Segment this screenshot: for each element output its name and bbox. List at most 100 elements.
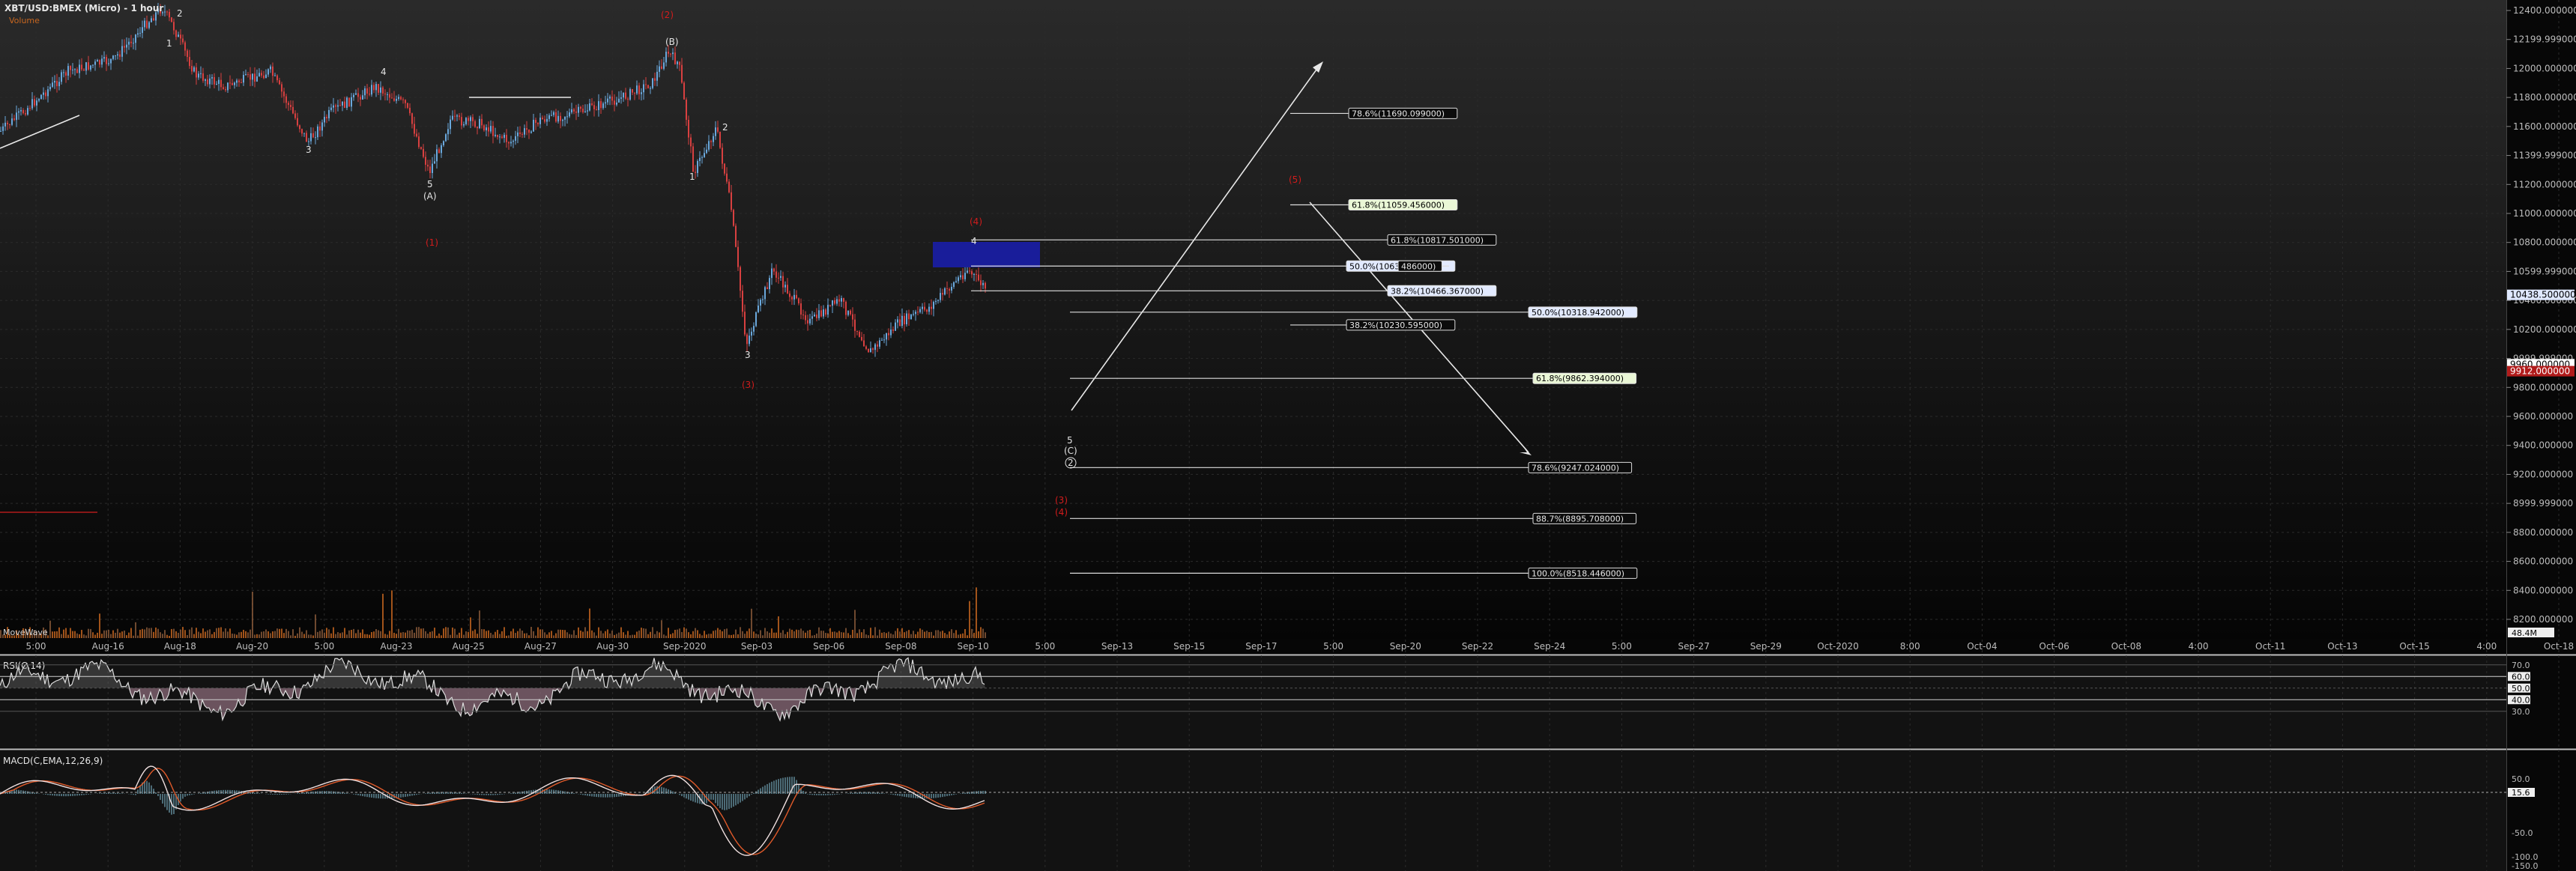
svg-text:486000): 486000)	[1401, 261, 1436, 271]
time-tick-label: Aug-16	[92, 641, 124, 652]
price-tick-label: 12400.000000	[2513, 5, 2576, 16]
time-tick-label: Oct-04	[1967, 641, 1997, 652]
wave-label: (A)	[423, 191, 437, 201]
wave-label: 3	[306, 145, 312, 155]
svg-text:78.6%(9247.024000): 78.6%(9247.024000)	[1532, 463, 1619, 473]
svg-text:9912.000000: 9912.000000	[2510, 366, 2570, 377]
rsi-tick-label: 70.0	[2512, 661, 2530, 670]
wave-label: (4)	[1055, 507, 1068, 518]
price-tick-label: 10200.000000	[2513, 324, 2576, 335]
time-tick-label: Sep-08	[885, 641, 916, 652]
price-tick-label: 8400.000000	[2513, 585, 2573, 595]
price-tick-label: 9800.000000	[2513, 382, 2573, 392]
time-tick-label: Sep-29	[1750, 641, 1782, 652]
wave-label: 4	[381, 67, 387, 77]
time-tick-label: Oct-08	[2111, 641, 2141, 652]
time-tick-label: Aug-23	[380, 641, 412, 652]
time-tick-label: 4:00	[2476, 641, 2497, 652]
fib-level[interactable]: 486000)	[1397, 260, 1449, 272]
rsi-tick-label: 30.0	[2512, 707, 2530, 717]
macd-tick-label: 15.6	[2512, 788, 2530, 798]
time-tick-label: Aug-20	[236, 641, 268, 652]
price-marker: 10438.500000	[2507, 289, 2576, 300]
wave-label: 3	[745, 350, 751, 360]
time-tick-label: Oct-11	[2255, 641, 2285, 652]
time-tick-label: 5:00	[26, 641, 46, 652]
wave-label: 5	[427, 179, 433, 189]
time-tick-label: Sep-10	[957, 641, 988, 652]
wave-label: 2	[1068, 458, 1074, 468]
svg-text:100.0%(8518.446000): 100.0%(8518.446000)	[1532, 568, 1624, 578]
macd-tick-label: -150.0	[2512, 861, 2538, 871]
target-zone-box[interactable]	[933, 242, 1040, 267]
time-tick-label: Sep-06	[813, 641, 844, 652]
wave-label: (1)	[426, 237, 438, 248]
time-tick-label: 5:00	[314, 641, 334, 652]
time-tick-label: Sep-24	[1534, 641, 1565, 652]
price-marker: 9912.000000	[2507, 365, 2575, 377]
price-tick-label: 8800.000000	[2513, 527, 2573, 538]
rsi-tick-label: 50.0	[2512, 684, 2530, 694]
price-tick-label: 8600.000000	[2513, 556, 2573, 567]
time-tick-label: Oct-13	[2327, 641, 2357, 652]
time-tick-label: Oct-15	[2399, 641, 2429, 652]
svg-text:61.8%(11059.456000): 61.8%(11059.456000)	[1352, 200, 1445, 210]
macd-tick-label: -50.0	[2512, 828, 2533, 838]
svg-text:10438.500000: 10438.500000	[2510, 290, 2576, 300]
rsi-tick-label: 60.0	[2512, 672, 2530, 682]
wave-label: 1	[689, 172, 695, 182]
time-tick-label: Sep-20	[1390, 641, 1421, 652]
price-tick-label: 11399.999000	[2513, 151, 2576, 161]
time-tick-label: Sep-13	[1101, 641, 1133, 652]
time-tick-label: Aug-25	[453, 641, 485, 652]
time-tick-label: 5:00	[1323, 641, 1343, 652]
rsi-tick-label: 40.0	[2512, 695, 2530, 705]
wave-label: (4)	[970, 216, 982, 227]
price-tick-label: 11600.000000	[2513, 121, 2576, 132]
svg-text:61.8%(10817.501000): 61.8%(10817.501000)	[1391, 235, 1484, 245]
time-tick-label: Aug-27	[524, 641, 557, 652]
price-tick-label: 11200.000000	[2513, 179, 2576, 189]
wave-label: (5)	[1289, 174, 1301, 185]
svg-text:38.2%(10230.595000): 38.2%(10230.595000)	[1349, 321, 1442, 330]
movewave-legend: MoveWave	[3, 628, 48, 637]
time-tick-label: 8:00	[1900, 641, 1920, 652]
time-tick-label: Sep-17	[1245, 641, 1277, 652]
svg-text:78.6%(11690.099000): 78.6%(11690.099000)	[1352, 109, 1445, 118]
time-tick-label: 5:00	[1612, 641, 1632, 652]
price-tick-label: 12000.000000	[2513, 63, 2576, 73]
time-tick-label: Sep-03	[741, 641, 773, 652]
chart-title: XBT/USD:BMEX (Micro) - 1 hour	[4, 3, 163, 13]
time-tick-label: Sep-15	[1173, 641, 1205, 652]
price-tick-label: 10599.999000	[2513, 266, 2576, 276]
svg-text:50.0%(10318.942000): 50.0%(10318.942000)	[1532, 308, 1624, 318]
price-tick-label: 9400.000000	[2513, 440, 2573, 451]
time-tick-label: Sep-27	[1678, 641, 1709, 652]
time-tick-label: Sep-22	[1462, 641, 1493, 652]
wave-label: (C)	[1064, 446, 1077, 456]
price-tick-label: 11000.000000	[2513, 208, 2576, 219]
time-tick-label: Aug-18	[164, 641, 196, 652]
wave-label: 4	[971, 236, 977, 246]
price-tick-label: 9600.000000	[2513, 411, 2573, 422]
svg-text:61.8%(9862.394000): 61.8%(9862.394000)	[1536, 374, 1624, 383]
price-tick-label: 11800.000000	[2513, 92, 2576, 103]
macd-panel[interactable]	[0, 750, 2506, 871]
time-tick-label: Oct-2020	[1817, 641, 1859, 652]
wave-label: 1	[166, 38, 172, 49]
price-tick-label: 8200.000000	[2513, 614, 2573, 625]
time-tick-label: 4:00	[2189, 641, 2209, 652]
macd-label: MACD(C,EMA,12,26,9)	[3, 756, 103, 766]
volume-marker: 48.4M	[2508, 628, 2554, 638]
wave-label: 2	[722, 122, 728, 133]
macd-tick-label: 50.0	[2512, 774, 2530, 784]
trading-chart[interactable]: 78.6%(11690.099000) 61.8%(11059.456000) 61…	[0, 0, 2576, 871]
time-tick-label: Oct-18	[2544, 641, 2574, 652]
wave-label: 2	[177, 8, 183, 19]
svg-text:48.4M: 48.4M	[2512, 628, 2537, 638]
wave-label: 5	[1067, 435, 1073, 446]
rsi-panel[interactable]	[0, 656, 2506, 747]
price-tick-label: 8999.999000	[2513, 498, 2573, 509]
price-tick-label: 9200.000000	[2513, 469, 2573, 479]
price-tick-label: 10800.000000	[2513, 237, 2576, 248]
